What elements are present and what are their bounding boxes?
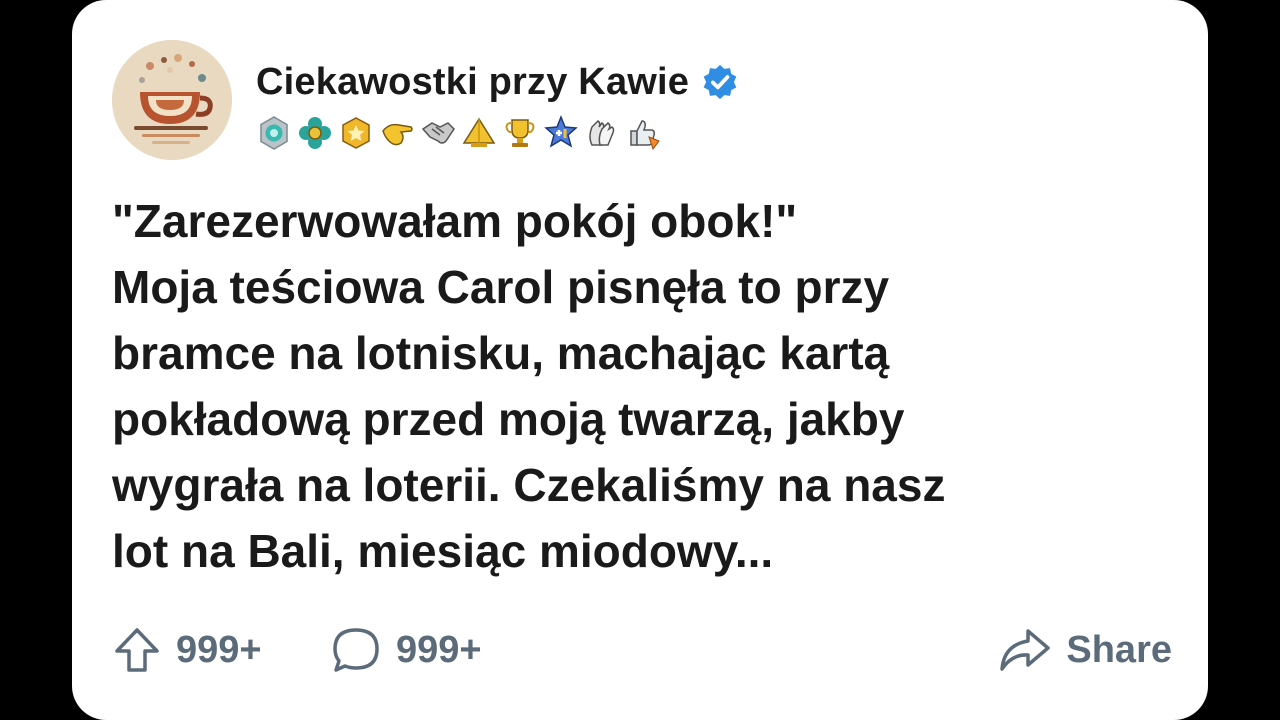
post-line: bramce na lotnisku, machając kartą	[112, 327, 890, 379]
gold-trophy-badge-icon	[505, 119, 535, 147]
post-actions: 999+ 999+ Share	[112, 618, 1172, 682]
share-button[interactable]: Share	[998, 618, 1172, 682]
thumbs-up-badge-icon	[630, 120, 660, 151]
plus-one-star-badge-icon	[544, 115, 578, 148]
post-line: wygrała na loterii. Czekaliśmy na nasz	[112, 459, 946, 511]
comments-count: 999+	[396, 628, 482, 671]
post-line: Moja teściowa Carol pisnęła to przy	[112, 261, 890, 313]
gold-pyramid-badge-icon	[462, 117, 496, 147]
coffee-cup-icon	[112, 40, 232, 160]
teal-flower-badge-icon	[299, 117, 331, 149]
upvote-button[interactable]: 999+	[112, 618, 262, 682]
teal-gem-badge-icon	[260, 116, 288, 150]
author-name[interactable]: Ciekawostki przy Kawie	[256, 61, 689, 104]
comment-bubble-icon	[333, 628, 379, 672]
upvote-count: 999+	[176, 628, 262, 671]
post-line: lot na Bali, miesiąc miodowy...	[112, 525, 774, 577]
achievement-badges	[256, 113, 661, 153]
verified-badge-icon	[703, 64, 737, 100]
post-line: pokładową przed moją twarzą, jakby	[112, 393, 905, 445]
post-line: "Zarezerwowałam pokój obok!"	[112, 195, 798, 247]
share-label: Share	[1066, 628, 1172, 671]
comments-button[interactable]: 999+	[330, 618, 482, 682]
clapping-hands-badge-icon	[589, 120, 615, 146]
post-card: Ciekawostki przy Kawie "Zarezerwowałam p…	[72, 0, 1208, 720]
gold-star-badge-icon	[342, 117, 370, 149]
avatar[interactable]	[112, 40, 232, 160]
handshake-badge-icon	[421, 122, 455, 144]
pointing-hand-badge-icon	[382, 123, 413, 146]
share-arrow-icon	[1000, 629, 1051, 671]
post-body: "Zarezerwowałam pokój obok!" Moja teścio…	[112, 188, 1172, 584]
author-header: Ciekawostki przy Kawie	[256, 58, 739, 106]
upvote-arrow-icon	[115, 628, 159, 672]
